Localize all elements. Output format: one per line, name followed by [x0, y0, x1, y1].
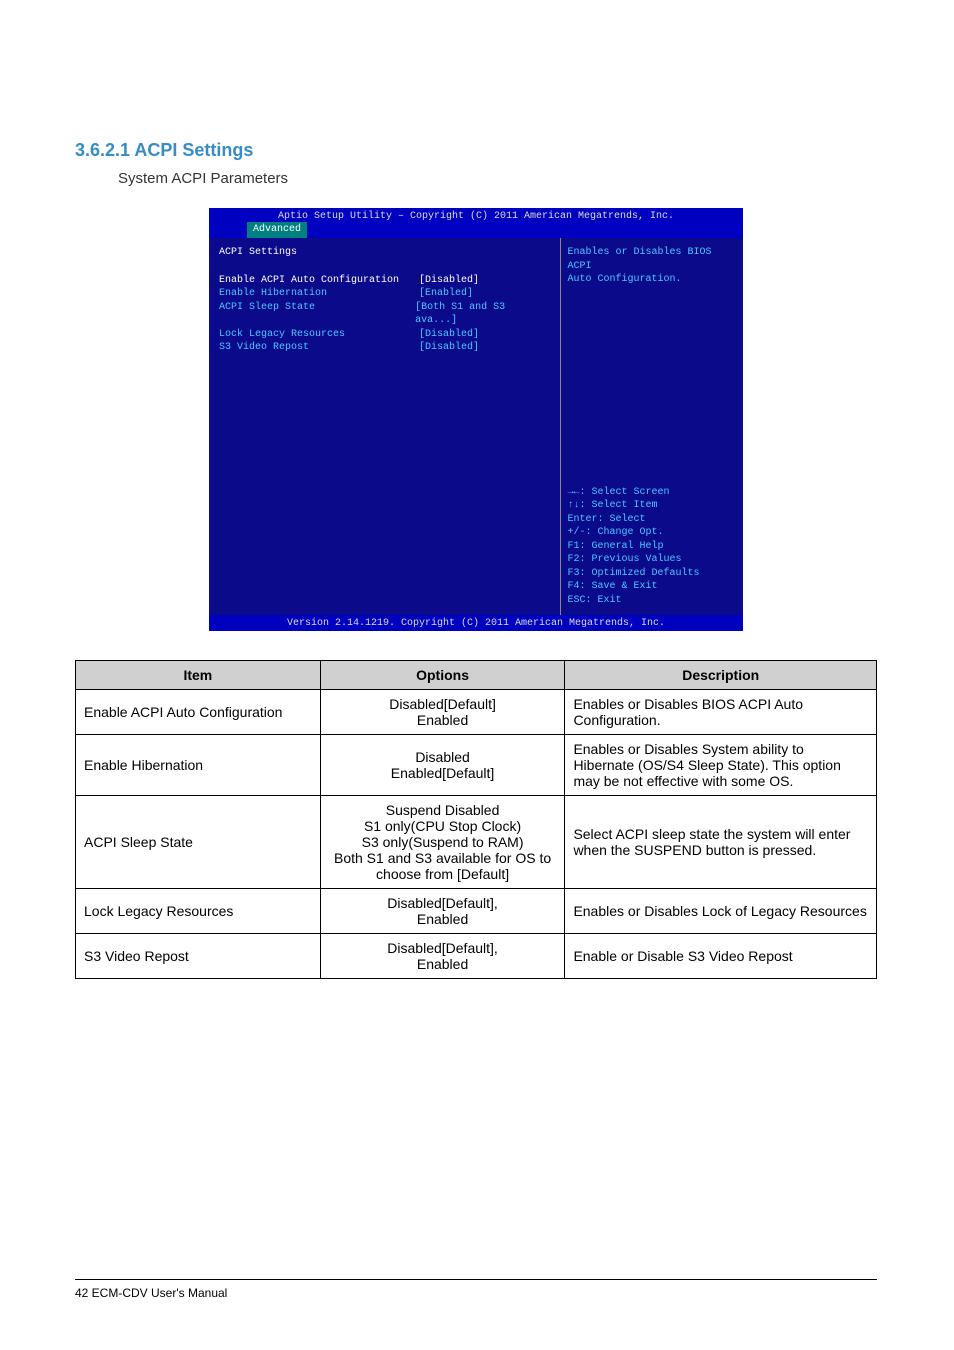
- cell-description: Select ACPI sleep state the system will …: [565, 796, 877, 889]
- table-row: Enable ACPI Auto ConfigurationDisabled[D…: [76, 690, 877, 735]
- bios-setting-label: Lock Legacy Resources: [219, 328, 419, 342]
- bios-setting-label: S3 Video Repost: [219, 341, 419, 355]
- bios-footer: Version 2.14.1219. Copyright (C) 2011 Am…: [209, 615, 743, 631]
- bios-help-text: Enables or Disables BIOS ACPIAuto Config…: [567, 246, 737, 287]
- cell-item: Enable Hibernation: [76, 735, 321, 796]
- bios-key-line: F2: Previous Values: [567, 553, 737, 567]
- bios-help-line: Enables or Disables BIOS ACPI: [567, 246, 737, 273]
- cell-options: Disabled[Default], Enabled: [320, 934, 565, 979]
- bios-left-pane: ACPI Settings Enable ACPI Auto Configura…: [209, 238, 561, 615]
- bios-setting-value: [Disabled]: [419, 328, 479, 342]
- bios-setting-value: [Disabled]: [419, 274, 479, 288]
- bios-setting-label: ACPI Sleep State: [219, 301, 415, 328]
- table-row: S3 Video RepostDisabled[Default], Enable…: [76, 934, 877, 979]
- cell-item: S3 Video Repost: [76, 934, 321, 979]
- bios-setting-row[interactable]: Enable ACPI Auto Configuration[Disabled]: [219, 274, 550, 288]
- bios-tabstrip: Advanced: [209, 222, 743, 238]
- table-header-row: Item Options Description: [76, 661, 877, 690]
- table-row: Lock Legacy ResourcesDisabled[Default], …: [76, 889, 877, 934]
- bios-right-pane: Enables or Disables BIOS ACPIAuto Config…: [561, 238, 743, 615]
- bios-setting-value: [Both S1 and S3 ava...]: [415, 301, 550, 328]
- bios-keymap: →←: Select Screen↑↓: Select ItemEnter: S…: [567, 486, 737, 608]
- cell-description: Enables or Disables System ability to Hi…: [565, 735, 877, 796]
- cell-item: Enable ACPI Auto Configuration: [76, 690, 321, 735]
- bios-setting-label: Enable ACPI Auto Configuration: [219, 274, 419, 288]
- page-footer-left: 42 ECM-CDV User's Manual: [75, 1286, 227, 1300]
- footer-line: [75, 1279, 877, 1280]
- table-row: ACPI Sleep StateSuspend Disabled S1 only…: [76, 796, 877, 889]
- bios-setting-value: [Disabled]: [419, 341, 479, 355]
- cell-options: Disabled[Default], Enabled: [320, 889, 565, 934]
- th-description: Description: [565, 661, 877, 690]
- table-row: Enable HibernationDisabled Enabled[Defau…: [76, 735, 877, 796]
- bios-setting-row[interactable]: S3 Video Repost[Disabled]: [219, 341, 550, 355]
- bios-help-line: Auto Configuration.: [567, 273, 737, 287]
- bios-tab-advanced[interactable]: Advanced: [247, 222, 307, 238]
- bios-title: Aptio Setup Utility – Copyright (C) 2011…: [209, 208, 743, 222]
- cell-description: Enable or Disable S3 Video Repost: [565, 934, 877, 979]
- section-heading: 3.6.2.1 ACPI Settings: [75, 140, 253, 161]
- cell-options: Disabled Enabled[Default]: [320, 735, 565, 796]
- bios-setting-row[interactable]: Lock Legacy Resources[Disabled]: [219, 328, 550, 342]
- bios-key-line: +/-: Change Opt.: [567, 526, 737, 540]
- cell-description: Enables or Disables BIOS ACPI Auto Confi…: [565, 690, 877, 735]
- th-options: Options: [320, 661, 565, 690]
- bios-setting-value: [Enabled]: [419, 287, 473, 301]
- bios-key-line: ESC: Exit: [567, 594, 737, 608]
- section-subheading: System ACPI Parameters: [118, 170, 288, 187]
- cell-description: Enables or Disables Lock of Legacy Resou…: [565, 889, 877, 934]
- cell-item: ACPI Sleep State: [76, 796, 321, 889]
- bios-key-line: →←: Select Screen: [567, 486, 737, 500]
- cell-item: Lock Legacy Resources: [76, 889, 321, 934]
- th-item: Item: [76, 661, 321, 690]
- bios-setting-row[interactable]: Enable Hibernation[Enabled]: [219, 287, 550, 301]
- bios-key-line: Enter: Select: [567, 513, 737, 527]
- bios-key-line: F3: Optimized Defaults: [567, 567, 737, 581]
- bios-key-line: F1: General Help: [567, 540, 737, 554]
- bios-key-line: F4: Save & Exit: [567, 580, 737, 594]
- settings-table: Item Options Description Enable ACPI Aut…: [75, 660, 877, 979]
- bios-screenshot: Aptio Setup Utility – Copyright (C) 2011…: [209, 208, 743, 632]
- bios-setting-label: Enable Hibernation: [219, 287, 419, 301]
- bios-key-line: ↑↓: Select Item: [567, 499, 737, 513]
- cell-options: Suspend Disabled S1 only(CPU Stop Clock)…: [320, 796, 565, 889]
- cell-options: Disabled[Default] Enabled: [320, 690, 565, 735]
- bios-setting-row[interactable]: ACPI Sleep State[Both S1 and S3 ava...]: [219, 301, 550, 328]
- bios-section-title: ACPI Settings: [219, 246, 550, 260]
